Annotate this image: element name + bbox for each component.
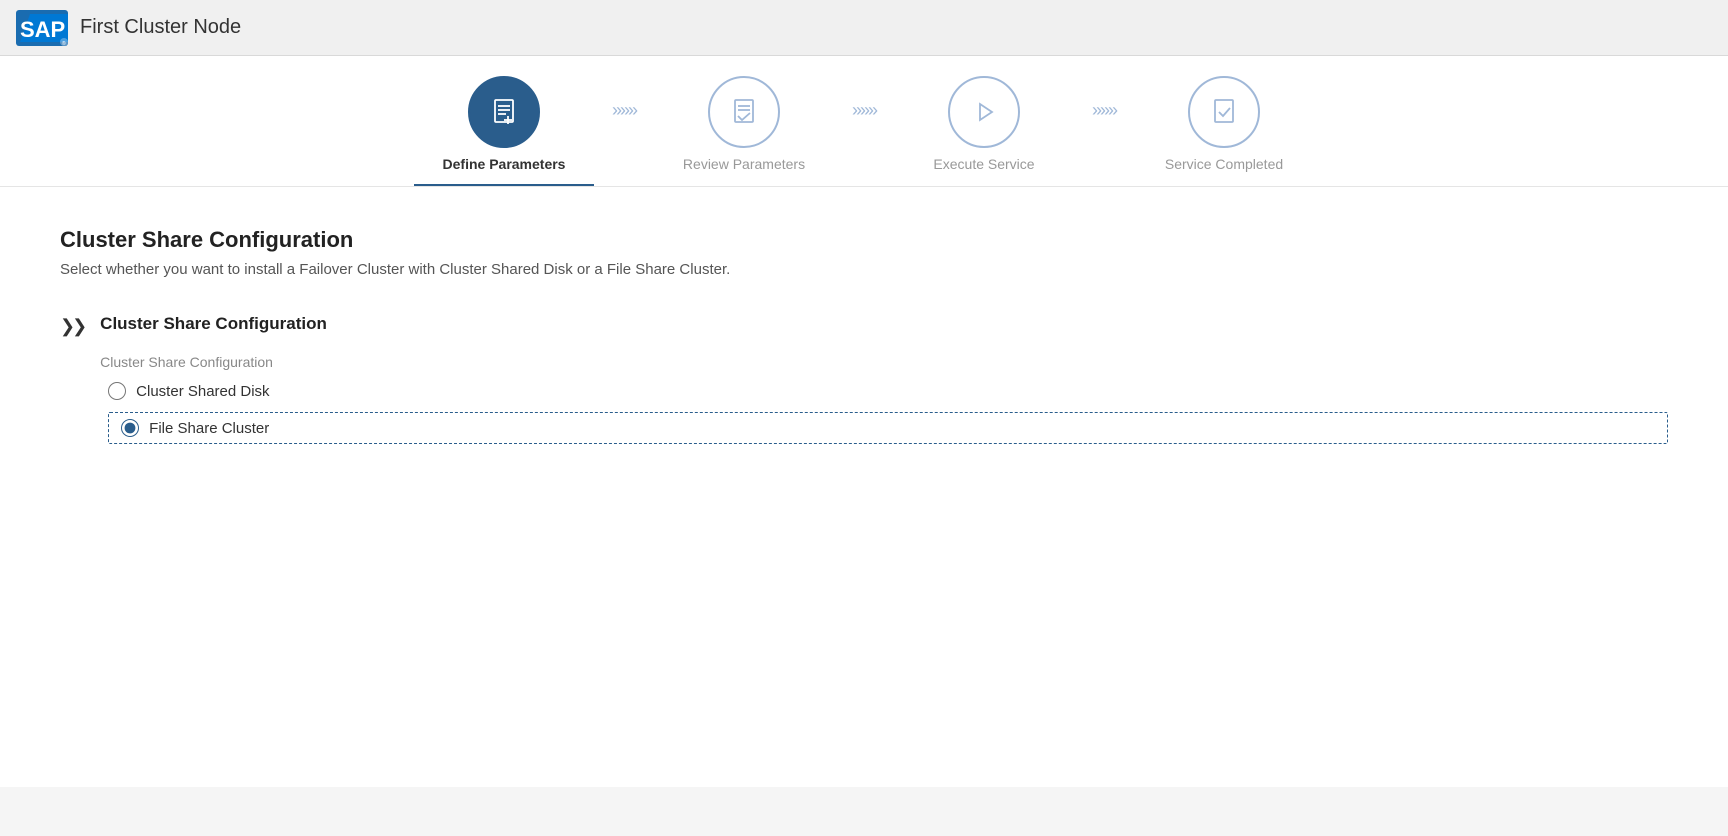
step3-circle	[948, 76, 1020, 148]
wizard-steps: Define Parameters »»» Review Parameters …	[414, 76, 1314, 186]
step2-icon	[726, 94, 762, 130]
step3-label: Execute Service	[894, 156, 1074, 186]
arrow-2: »»»	[834, 76, 894, 121]
field-label: Cluster Share Configuration	[100, 354, 1668, 370]
step4-circle	[1188, 76, 1260, 148]
wizard-step-define-parameters[interactable]: Define Parameters	[414, 76, 594, 186]
section-expand-arrow[interactable]: ❯❯	[60, 316, 84, 337]
radio-input-cluster-shared-disk[interactable]	[108, 382, 126, 400]
cluster-config-block: Cluster Share Configuration Cluster Shar…	[100, 314, 1668, 444]
step1-circle	[468, 76, 540, 148]
radio-group: Cluster Shared Disk File Share Cluster	[108, 382, 1668, 444]
wizard-step-review-parameters[interactable]: Review Parameters	[654, 76, 834, 186]
step2-circle	[708, 76, 780, 148]
step4-icon	[1206, 94, 1242, 130]
step4-label: Service Completed	[1134, 156, 1314, 186]
content-description: Select whether you want to install a Fai…	[60, 261, 1668, 278]
config-block-title: Cluster Share Configuration	[100, 314, 1668, 334]
content-title: Cluster Share Configuration	[60, 227, 1668, 253]
wizard-step-execute-service[interactable]: Execute Service	[894, 76, 1074, 186]
cluster-section: ❯❯ Cluster Share Configuration Cluster S…	[60, 314, 1668, 444]
sap-logo: SAP ®	[16, 10, 68, 46]
radio-input-file-share-cluster[interactable]	[121, 419, 139, 437]
page-title: First Cluster Node	[80, 16, 241, 39]
step2-label: Review Parameters	[654, 156, 834, 186]
step1-label: Define Parameters	[414, 156, 594, 186]
step1-icon	[486, 94, 522, 130]
radio-file-share-cluster[interactable]: File Share Cluster	[108, 412, 1668, 444]
arrow-1: »»»	[594, 76, 654, 121]
svg-text:®: ®	[62, 40, 66, 46]
wizard-step-service-completed[interactable]: Service Completed	[1134, 76, 1314, 186]
arrow-3: »»»	[1074, 76, 1134, 121]
svg-text:SAP: SAP	[20, 17, 65, 42]
radio-label-file-share-cluster[interactable]: File Share Cluster	[149, 420, 269, 437]
wizard-bar: Define Parameters »»» Review Parameters …	[0, 56, 1728, 187]
radio-label-cluster-shared-disk[interactable]: Cluster Shared Disk	[136, 383, 269, 400]
main-content: Cluster Share Configuration Select wheth…	[0, 187, 1728, 787]
app-header: SAP ® First Cluster Node	[0, 0, 1728, 56]
radio-cluster-shared-disk[interactable]: Cluster Shared Disk	[108, 382, 1668, 400]
step3-icon	[966, 94, 1002, 130]
